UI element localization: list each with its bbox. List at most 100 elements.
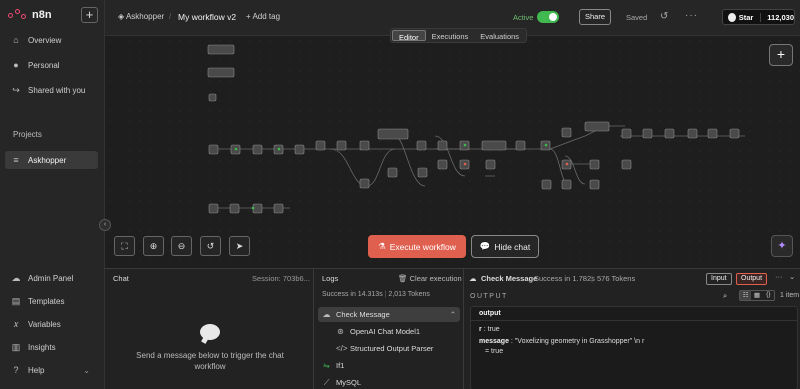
home-icon: ⌂ bbox=[13, 35, 19, 45]
logs-panel: Logs 🗑 Clear execution Success in 14.313… bbox=[314, 268, 464, 389]
sidebar-item-insights[interactable]: ▥ Insights bbox=[5, 338, 98, 356]
log-item-structured-output-parser[interactable]: </> Structured Output Parser bbox=[332, 341, 460, 356]
create-new-button[interactable]: + bbox=[81, 7, 98, 23]
help-icon: ? bbox=[13, 365, 19, 375]
share-icon: ↪ bbox=[12, 84, 20, 95]
chat-icon: 💬 bbox=[479, 241, 491, 251]
json-key: r bbox=[479, 326, 482, 333]
workflow-name[interactable]: My workflow v2 bbox=[178, 12, 236, 22]
active-toggle[interactable] bbox=[537, 11, 559, 23]
chevron-up-icon[interactable]: ⌃ bbox=[450, 310, 456, 319]
sparkle-icon: ✦ bbox=[777, 240, 787, 252]
zoom-in-button[interactable]: ⊕ bbox=[143, 236, 164, 256]
node-output-panel: ☁ Check Message Success in 1.782s | 576 … bbox=[464, 268, 800, 389]
json-view-icon[interactable]: {} bbox=[763, 291, 774, 300]
openai-icon: ⊛ bbox=[337, 327, 344, 336]
sidebar: n8n + ⌂ Overview ● Personal ↪ Shared wit… bbox=[0, 0, 105, 389]
chevron-down-icon[interactable]: ⌄ bbox=[789, 272, 795, 281]
json-root-key: output bbox=[479, 310, 501, 317]
sidebar-item-label: Insights bbox=[28, 342, 56, 352]
variables-icon: 𝑥 bbox=[13, 318, 19, 329]
template-icon: ▤ bbox=[11, 295, 21, 306]
execute-label: Execute workflow bbox=[389, 241, 456, 252]
log-item-label: Structured Output Parser bbox=[350, 344, 434, 353]
share-button[interactable]: Share bbox=[579, 9, 611, 25]
input-toggle-button[interactable]: Input bbox=[706, 273, 732, 285]
tab-editor[interactable]: Editor bbox=[392, 30, 426, 42]
sidebar-item-askhopper[interactable]: ≡ Askhopper bbox=[5, 151, 98, 169]
clear-execution-label: Clear execution bbox=[409, 274, 462, 283]
log-item-check-message[interactable]: ☁ Check Message ⌃ bbox=[318, 307, 460, 322]
node-name: Check Message bbox=[481, 274, 538, 283]
add-node-button[interactable]: + bbox=[769, 44, 793, 66]
sidebar-item-label: Admin Panel bbox=[28, 273, 74, 283]
output-toggle-button[interactable]: Output bbox=[736, 273, 768, 285]
n8n-logo[interactable]: n8n bbox=[8, 9, 52, 21]
sidebar-item-label: Overview bbox=[28, 35, 62, 45]
ai-assistant-button[interactable]: ✦ bbox=[771, 235, 793, 257]
if-icon: ⇋ bbox=[323, 361, 330, 370]
code-icon: </> bbox=[336, 344, 348, 353]
logs-title: Logs bbox=[322, 274, 339, 283]
sidebar-item-label: Variables bbox=[28, 319, 61, 329]
collapse-sidebar-button[interactable]: ‹ bbox=[99, 219, 111, 231]
breadcrumb[interactable]: ◈ Askhopper bbox=[118, 12, 164, 21]
chat-empty-message: Send a message below to trigger the chat… bbox=[136, 351, 284, 371]
breadcrumb-project: Askhopper bbox=[125, 12, 165, 21]
logs-status: Success in 14.313s | 2,013 Tokens bbox=[322, 291, 430, 298]
logs-duration: Success in 14.313s bbox=[322, 291, 383, 298]
reset-zoom-button[interactable]: ↺ bbox=[200, 236, 221, 256]
table-view-icon[interactable]: ☷ bbox=[740, 291, 752, 300]
log-item-if1[interactable]: ⇋ If1 bbox=[318, 358, 460, 373]
tidy-up-button[interactable]: ➤ bbox=[229, 236, 250, 256]
json-output-view: output r : true message : "Voxelizing ge… bbox=[470, 306, 798, 389]
sidebar-item-overview[interactable]: ⌂ Overview bbox=[5, 31, 98, 49]
zoom-in-icon: ⊕ bbox=[149, 241, 158, 251]
trash-icon: 🗑 bbox=[398, 274, 410, 283]
log-item-label: MySQL bbox=[336, 378, 362, 387]
breadcrumb-separator: / bbox=[169, 12, 172, 21]
cursor-icon: ➤ bbox=[235, 241, 244, 251]
hide-chat-button[interactable]: 💬 Hide chat bbox=[471, 235, 539, 258]
tab-executions[interactable]: Executions bbox=[426, 30, 475, 41]
log-item-openai-chat-model[interactable]: ⊛ OpenAI Chat Model1 bbox=[332, 324, 460, 339]
items-count: 1 item bbox=[780, 292, 800, 299]
json-row-r: r : true bbox=[479, 326, 500, 333]
node-status: Success in 1.782s bbox=[534, 274, 595, 283]
sidebar-item-label: Askhopper bbox=[28, 155, 67, 165]
sidebar-item-label: Templates bbox=[28, 296, 65, 306]
layers-icon: ≡ bbox=[13, 155, 19, 165]
output-section-label: OUTPUT bbox=[470, 293, 508, 300]
sidebar-item-variables[interactable]: 𝑥 Variables bbox=[5, 315, 98, 333]
clear-execution-button[interactable]: 🗑 Clear execution bbox=[398, 274, 462, 283]
sidebar-item-label: Help bbox=[28, 365, 45, 375]
log-item-mysql[interactable]: ⟋ MySQL bbox=[318, 375, 460, 389]
sidebar-item-shared[interactable]: ↪ Shared with you bbox=[5, 81, 98, 99]
execute-workflow-button[interactable]: ⚗ Execute workflow bbox=[368, 235, 466, 258]
sidebar-item-personal[interactable]: ● Personal bbox=[5, 56, 98, 74]
workflow-canvas[interactable]: Editor Executions Evaluations + ‹ ⛶ ⊕ ⊖ … bbox=[99, 28, 800, 268]
robot-icon: ☁ bbox=[322, 310, 331, 319]
search-icon[interactable]: ⌕ bbox=[723, 291, 727, 301]
zoom-out-button[interactable]: ⊖ bbox=[171, 236, 192, 256]
chat-panel: Chat Session: 703b6... Send a message be… bbox=[105, 268, 314, 389]
cloud-icon: ☁ bbox=[11, 272, 21, 283]
add-tag-button[interactable]: + Add tag bbox=[246, 12, 280, 21]
json-value: : true bbox=[483, 326, 500, 333]
tab-evaluations[interactable]: Evaluations bbox=[474, 30, 525, 41]
sidebar-item-templates[interactable]: ▤ Templates bbox=[5, 292, 98, 310]
sidebar-item-admin-panel[interactable]: ☁ Admin Panel bbox=[5, 269, 98, 287]
grid-view-icon[interactable]: ▦ bbox=[751, 291, 762, 300]
github-star-button[interactable]: Star 112,030 bbox=[722, 9, 795, 25]
active-label: Active bbox=[513, 13, 534, 22]
fit-view-button[interactable]: ⛶ bbox=[114, 236, 135, 256]
history-icon[interactable]: ↺ bbox=[660, 11, 668, 22]
chat-title: Chat bbox=[113, 274, 129, 283]
json-row-message: message : "Voxelizing geometry in Grassh… bbox=[479, 338, 644, 345]
more-options-icon[interactable]: ··· bbox=[685, 10, 698, 21]
more-options-icon[interactable]: ··· bbox=[775, 272, 783, 281]
session-id: Session: 703b6... bbox=[252, 274, 310, 283]
robot-icon: ☁ bbox=[469, 274, 477, 283]
star-count: 112,030 bbox=[760, 12, 794, 22]
sidebar-item-help[interactable]: ? Help ⌄ bbox=[5, 361, 98, 379]
